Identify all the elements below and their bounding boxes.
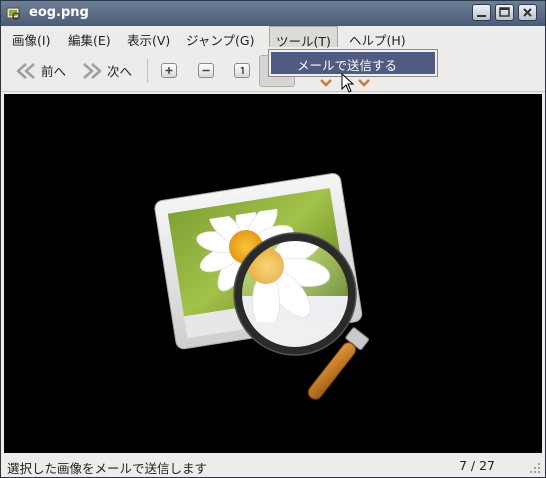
mouse-pointer-icon [341,73,355,93]
menu-edit[interactable]: 編集(E) [68,30,111,49]
eog-app-icon[interactable] [6,6,21,21]
minimize-icon [477,15,486,17]
prev-label: 前へ [41,64,67,79]
image-position: 7 / 27 [458,458,495,473]
normal-size-icon [240,66,244,74]
arrow-right-icon [83,62,102,79]
menu-bar: 画像(I) 編集(E) 表示(V) ジャンプ(G) ツール(T) ヘルプ(H) [1,26,545,49]
menu-help[interactable]: ヘルプ(H) [349,30,406,49]
menu-view[interactable]: 表示(V) [127,30,170,49]
status-bar: 選択した画像をメールで送信します 7 / 27 [1,454,545,477]
maximize-icon [499,7,510,17]
close-button[interactable] [518,4,537,21]
app-window: eog.png 画像(I) 編集(E) 表示(V) ジャンプ(G) ツール(T)… [0,0,546,478]
eog-logo-image [154,173,370,400]
zoom-in-icon [165,67,173,74]
minimize-button[interactable] [472,4,491,21]
zoom-out-button[interactable] [198,63,214,78]
next-label: 次へ [107,64,133,79]
toolbar-separator [147,59,148,83]
menu-image[interactable]: 画像(I) [12,30,50,49]
maximize-button[interactable] [495,4,514,21]
menu-tools[interactable]: ツール(T) [269,26,338,49]
prev-button[interactable]: 前へ [15,61,66,80]
image-view[interactable] [4,94,542,453]
zoom-in-button[interactable] [161,63,177,78]
close-icon [523,8,532,17]
window-title: eog.png [29,5,89,20]
title-bar[interactable]: eog.png [1,1,545,26]
zoom-out-icon [202,69,210,72]
next-button[interactable]: 次へ [81,61,132,80]
arrow-left-icon [16,62,35,79]
send-by-email-item[interactable]: メールで送信する [271,52,435,74]
normal-size-button[interactable] [234,63,250,78]
status-message: 選択した画像をメールで送信します [7,461,208,476]
menu-go[interactable]: ジャンプ(G) [186,30,254,49]
resize-grip-icon[interactable] [529,462,541,474]
